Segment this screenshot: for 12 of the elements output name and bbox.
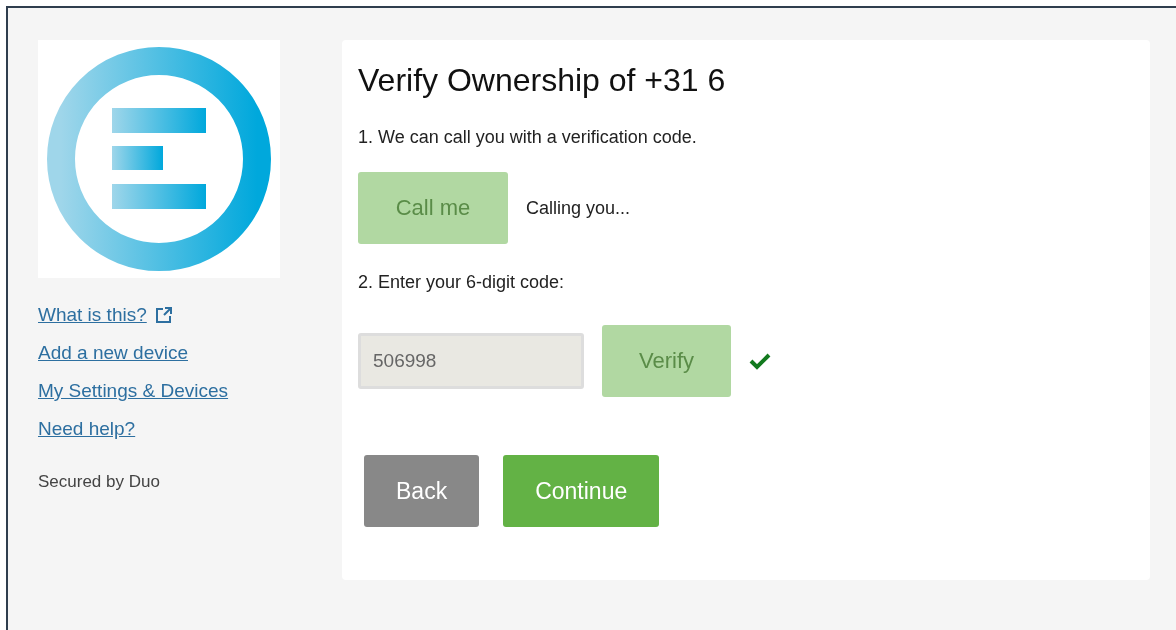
sidebar-link[interactable]: Add a new device: [38, 334, 188, 372]
call-status: Calling you...: [526, 197, 631, 219]
secured-by-text: Secured by Duo: [38, 472, 161, 492]
sidebar-link[interactable]: My Settings & Devices: [38, 372, 229, 410]
sidebar-link[interactable]: Need help?: [38, 410, 136, 448]
page-title: Verify Ownership of +31 6: [358, 62, 727, 99]
external-link-icon: [154, 306, 173, 324]
step-instruction: 1. We can call you with a verification code.: [358, 127, 698, 148]
sidebar-link[interactable]: What is this?: [38, 296, 173, 334]
step-instruction: 2. Enter your 6-digit code:: [358, 272, 566, 293]
back-button[interactable]: Back: [364, 455, 480, 527]
continue-button[interactable]: Continue: [503, 455, 660, 527]
